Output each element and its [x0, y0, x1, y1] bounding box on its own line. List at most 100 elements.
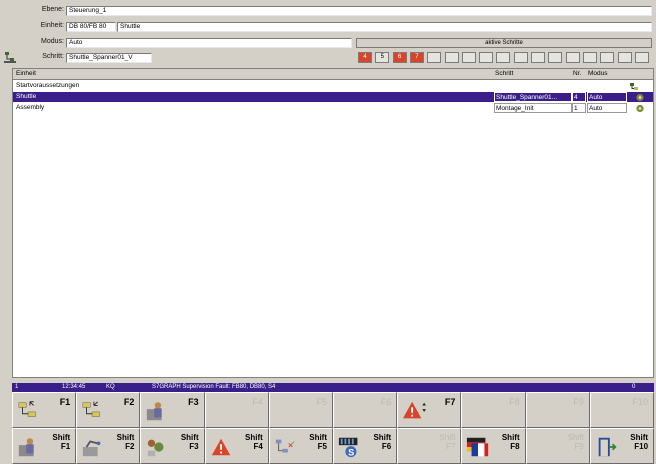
cell-schritt: Shuttle_Spanner01...	[494, 92, 572, 102]
fkey-f3-button[interactable]: F3	[140, 392, 205, 428]
einheit-field: Shuttle	[117, 22, 652, 32]
robot-icon	[83, 440, 101, 457]
col-modus[interactable]: Modus	[588, 70, 608, 77]
active-step-cell[interactable]: 6	[392, 52, 407, 63]
fkey-shift-f4-button[interactable]: Shift F4	[204, 428, 269, 464]
fkey-label: F10	[632, 397, 649, 407]
exit-door-icon	[598, 437, 617, 457]
active-step-cell[interactable]	[427, 52, 442, 63]
alarm-ack: KQ	[106, 384, 115, 390]
fkey-label: F4	[252, 397, 263, 407]
fkey-label: F5	[316, 397, 328, 407]
table-row[interactable]: Shuttle Shuttle_Spanner01... 4 Auto	[13, 92, 653, 102]
fkey-label: Shift F9	[567, 433, 584, 451]
cell-schritt: Montage_Init	[494, 103, 572, 113]
fkey-f1-button[interactable]: F1	[12, 392, 77, 428]
fkey-f8-button[interactable]: F8	[461, 392, 526, 428]
gear-icon[interactable]	[635, 93, 645, 102]
table-row[interactable]: Startvoraussetzungen	[13, 81, 653, 91]
einheit-code-field: DB 80/FB 80	[66, 22, 116, 32]
hierarchy-icon[interactable]	[629, 82, 639, 91]
alarm-index: 1	[15, 384, 19, 390]
alarm-count: 0	[632, 384, 636, 390]
fkey-f5-button[interactable]: F5	[268, 392, 334, 428]
fkey-f10-button[interactable]: F10	[589, 392, 655, 428]
active-step-cell[interactable]: 4	[358, 52, 372, 63]
ebene-label: Ebene:	[41, 6, 64, 13]
modus-label: Modus:	[41, 38, 64, 45]
fkey-label: Shift F1	[52, 433, 71, 451]
alarm-message: S7GRAPH Supervision Fault: FB80, DB80, S…	[152, 384, 276, 390]
active-step-cell[interactable]	[461, 52, 476, 63]
fkey-label: F6	[380, 397, 392, 407]
active-step-cell[interactable]: 5	[375, 52, 390, 63]
fkey-label: F7	[444, 397, 456, 407]
fkey-shift-f6-button[interactable]: S Shift F6	[333, 428, 398, 464]
table-header: Einheit Schritt Nr. Modus	[13, 69, 653, 80]
fkey-shift-f9-button[interactable]: Shift F9	[525, 428, 590, 464]
fkey-shift-f5-button[interactable]: Shift F5	[268, 428, 334, 464]
svg-text:S: S	[348, 447, 354, 457]
col-nr[interactable]: Nr.	[573, 70, 581, 77]
alarm-status-bar[interactable]: 1 12:34:45 KQ S7GRAPH Supervision Fault:…	[12, 383, 654, 392]
fkey-shift-f10-button[interactable]: Shift F10	[589, 428, 655, 464]
active-step-cell[interactable]	[513, 52, 528, 63]
cell-einheit: Shuttle	[16, 93, 37, 100]
fkey-label: F9	[573, 397, 584, 407]
col-schritt[interactable]: Schritt	[495, 70, 513, 77]
cell-nr: 4	[572, 92, 586, 102]
fkey-label: F3	[188, 397, 199, 407]
schritt-label: Schritt:	[42, 53, 64, 60]
alarm-time: 12:34:45	[62, 384, 86, 390]
unit-table: Einheit Schritt Nr. Modus Startvorausset…	[12, 68, 654, 378]
fkey-shift-f2-button[interactable]: Shift F2	[76, 428, 141, 464]
cell-einheit: Assembly	[16, 104, 45, 111]
fkey-label: Shift F8	[501, 433, 520, 451]
fkey-label: Shift F3	[180, 433, 199, 451]
fkey-label: Shift F6	[373, 433, 392, 451]
fkey-shift-f1-button[interactable]: Shift F1	[12, 428, 77, 464]
fkey-label: Shift F2	[116, 433, 135, 451]
warning-icon	[211, 438, 230, 456]
active-step-cell[interactable]	[582, 52, 597, 63]
active-step-cell[interactable]	[531, 52, 545, 63]
fkey-row-2: Shift F1 Shift F2 Shift F3 Shift F4 Shift F5…	[12, 428, 655, 464]
fkey-label: F2	[123, 397, 135, 407]
s-module-icon: S	[338, 437, 358, 457]
active-step-cell[interactable]	[479, 52, 494, 63]
fkey-shift-f3-button[interactable]: Shift F3	[140, 428, 205, 464]
fkey-f9-button[interactable]: F9	[525, 392, 590, 428]
network-icon	[275, 439, 295, 453]
einheit-label: Einheit:	[40, 22, 64, 29]
active-step-cell[interactable]	[548, 52, 563, 63]
active-step-cell[interactable]	[617, 52, 632, 63]
fkey-shift-f8-button[interactable]: Shift F8	[461, 428, 526, 464]
fkey-f2-button[interactable]: F2	[76, 392, 141, 428]
active-step-cell[interactable]	[565, 52, 580, 63]
fkey-label: Shift F10	[630, 433, 649, 451]
gear-icon[interactable]	[635, 104, 645, 113]
fkey-label: F8	[509, 397, 520, 407]
cell-einheit: Startvoraussetzungen	[16, 82, 80, 89]
active-step-cell[interactable]	[600, 52, 615, 63]
modus-field: Auto	[66, 38, 352, 48]
fkey-shift-f7-button[interactable]: Shift F7	[397, 428, 462, 464]
fkey-f7-button[interactable]: F7	[397, 392, 462, 428]
active-step-cell[interactable]	[634, 52, 649, 63]
tools-icon	[148, 439, 164, 457]
active-step-cell[interactable]	[496, 52, 511, 63]
language-flags-icon	[467, 437, 489, 457]
unit-back-icon	[82, 401, 100, 417]
active-step-cell[interactable]: 7	[409, 52, 424, 63]
fkey-f4-button[interactable]: F4	[204, 392, 269, 428]
fkey-label: Shift F5	[309, 433, 328, 451]
operator-icon	[18, 438, 34, 457]
fkey-label: Shift F4	[245, 433, 263, 451]
table-row[interactable]: Assembly Montage_Init 1 Auto	[13, 103, 653, 113]
alarm-scroll-icon	[403, 401, 427, 419]
active-step-cell[interactable]	[444, 52, 459, 63]
fkey-f6-button[interactable]: F6	[333, 392, 398, 428]
fkey-label: Shift F7	[439, 433, 456, 451]
col-einheit[interactable]: Einheit	[16, 70, 36, 77]
ebene-field: Steuerung_1	[66, 6, 652, 16]
